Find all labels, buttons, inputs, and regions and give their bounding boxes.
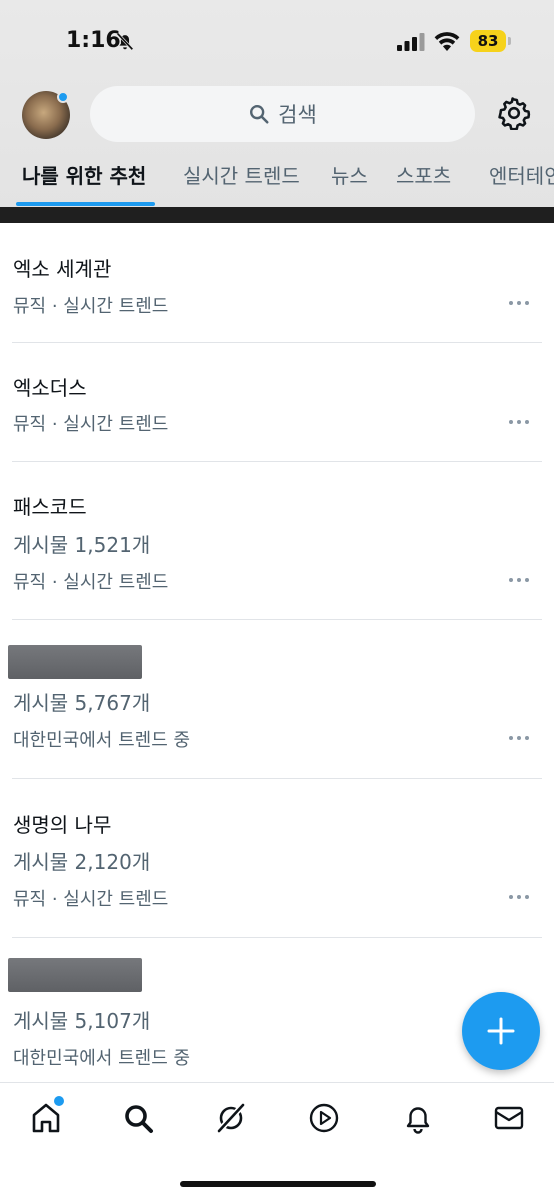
header: 1:16 83 검색 나를 위한 추천 실시간 트렌드 뉴스 스포츠 엔터테인 bbox=[0, 0, 554, 208]
more-icon[interactable] bbox=[508, 735, 530, 741]
search-input[interactable]: 검색 bbox=[90, 86, 475, 142]
trend-item[interactable]: 생명의 나무 게시물 2,120개 뮤직 · 실시간 트렌드 bbox=[0, 779, 554, 938]
bottom-nav bbox=[0, 1082, 554, 1200]
signal-icon bbox=[397, 33, 425, 51]
tab-for-you[interactable]: 나를 위한 추천 bbox=[22, 160, 146, 189]
wifi-icon bbox=[434, 32, 460, 51]
battery-indicator: 83 bbox=[470, 30, 511, 52]
tab-trending[interactable]: 실시간 트렌드 bbox=[183, 160, 300, 189]
trend-meta: 뮤직 · 실시간 트렌드 bbox=[13, 572, 169, 593]
active-tab-indicator bbox=[16, 202, 155, 206]
trend-title: 엑소더스 bbox=[13, 376, 87, 400]
redacted-title bbox=[8, 958, 142, 992]
app-frame: 1:16 83 검색 나를 위한 추천 실시간 트렌드 뉴스 스포츠 엔터테인 … bbox=[0, 0, 554, 1200]
video-icon[interactable] bbox=[307, 1101, 341, 1135]
trend-meta: 대한민국에서 트렌드 중 bbox=[13, 730, 191, 751]
trend-list: 엑소 세계관 뮤직 · 실시간 트렌드 엑소더스 뮤직 · 실시간 트렌드 패스… bbox=[0, 223, 554, 1088]
header-divider bbox=[0, 207, 554, 223]
explore-tabs: 나를 위한 추천 실시간 트렌드 뉴스 스포츠 엔터테인 bbox=[0, 160, 554, 206]
more-icon[interactable] bbox=[508, 577, 530, 583]
compose-button[interactable] bbox=[462, 992, 540, 1070]
tab-sports[interactable]: 스포츠 bbox=[396, 160, 451, 189]
home-notification-dot bbox=[54, 1096, 64, 1106]
plus-icon bbox=[487, 1017, 515, 1045]
trend-title: 생명의 나무 bbox=[13, 813, 112, 837]
trend-title: 패스코드 bbox=[13, 495, 87, 519]
trend-post-count: 게시물 1,521개 bbox=[13, 533, 151, 557]
trend-title: 엑소 세계관 bbox=[13, 257, 112, 281]
trend-meta: 뮤직 · 실시간 트렌드 bbox=[13, 296, 169, 317]
gear-icon[interactable] bbox=[497, 96, 531, 130]
trend-post-count: 게시물 5,767개 bbox=[13, 691, 151, 715]
more-icon[interactable] bbox=[508, 894, 530, 900]
trend-meta: 뮤직 · 실시간 트렌드 bbox=[13, 414, 169, 435]
trend-meta: 대한민국에서 트렌드 중 bbox=[13, 1048, 191, 1069]
trend-item[interactable]: 패스코드 게시물 1,521개 뮤직 · 실시간 트렌드 bbox=[0, 462, 554, 620]
trend-post-count: 게시물 2,120개 bbox=[13, 850, 151, 874]
trend-item[interactable]: 엑소 세계관 뮤직 · 실시간 트렌드 bbox=[0, 223, 554, 343]
bell-icon[interactable] bbox=[401, 1101, 435, 1135]
search-icon[interactable] bbox=[121, 1101, 155, 1135]
home-icon[interactable] bbox=[29, 1101, 63, 1135]
more-icon[interactable] bbox=[508, 419, 530, 425]
tab-entertainment[interactable]: 엔터테인 bbox=[489, 160, 554, 189]
grok-icon[interactable] bbox=[214, 1101, 248, 1135]
notification-dot bbox=[57, 91, 69, 103]
tab-news[interactable]: 뉴스 bbox=[331, 160, 368, 189]
bell-off-icon bbox=[116, 32, 134, 51]
redacted-title bbox=[8, 645, 142, 679]
trend-post-count: 게시물 5,107개 bbox=[13, 1009, 151, 1033]
status-time: 1:16 bbox=[66, 28, 121, 53]
trend-item[interactable]: 엑소더스 뮤직 · 실시간 트렌드 bbox=[0, 343, 554, 462]
more-icon[interactable] bbox=[508, 300, 530, 306]
home-indicator bbox=[180, 1181, 376, 1187]
mail-icon[interactable] bbox=[492, 1101, 526, 1135]
search-placeholder: 검색 bbox=[278, 103, 317, 127]
search-icon bbox=[250, 105, 269, 124]
trend-item[interactable]: 게시물 5,767개 대한민국에서 트렌드 중 bbox=[0, 620, 554, 779]
trend-meta: 뮤직 · 실시간 트렌드 bbox=[13, 889, 169, 910]
